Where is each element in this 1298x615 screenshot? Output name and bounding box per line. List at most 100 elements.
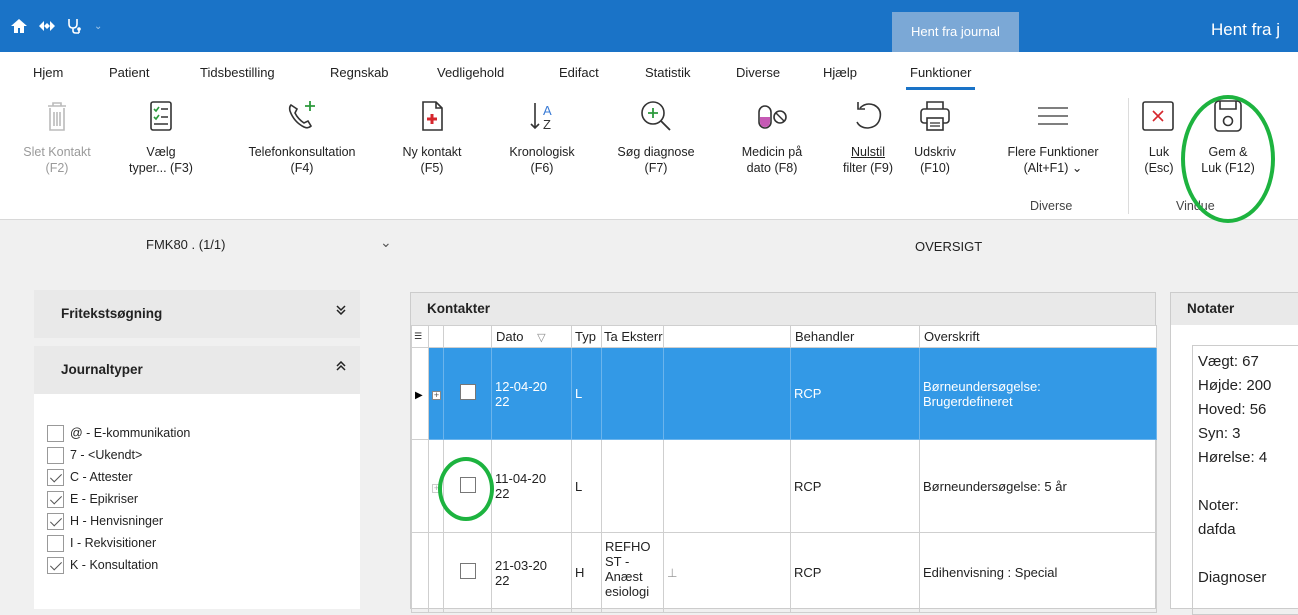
new-document-icon xyxy=(412,96,452,136)
double-chevron-down-icon[interactable] xyxy=(336,304,346,318)
menu-tabs: Hjem Patient Tidsbestilling Regnskab Ved… xyxy=(0,52,1298,92)
checklist-icon xyxy=(141,96,181,136)
tab-edifact[interactable]: Edifact xyxy=(559,65,599,80)
tab-tidsbestilling[interactable]: Tidsbestilling xyxy=(200,65,275,80)
list-item[interactable]: C - Attester xyxy=(47,466,360,488)
column-header-overskrift[interactable]: Overskrift xyxy=(919,325,1157,348)
cell-ekstern: REFHO ST - Anæst esiologi xyxy=(601,532,664,613)
contacts-table: ☰ Dato ▽ Typ Ta Eksterr Behandler Oversk… xyxy=(411,325,1157,613)
close-button[interactable]: Luk (Esc) xyxy=(1136,92,1182,176)
home-icon[interactable] xyxy=(10,18,28,39)
menu-lines-icon xyxy=(1033,96,1073,136)
reset-filter-button[interactable]: Nulstil filter (F9) xyxy=(832,92,904,176)
checkbox[interactable] xyxy=(47,534,64,552)
sort-az-icon: AZ xyxy=(522,96,562,136)
table-row[interactable]: + 11-04-20 22 L RCP Børneundersøgelse: 5… xyxy=(411,439,1157,533)
notes-text[interactable]: Vægt: 67 Højde: 200 Hoved: 56 Syn: 3 Hør… xyxy=(1192,345,1298,615)
search-diagnosis-button[interactable]: Søg diagnose (F7) xyxy=(603,92,709,176)
chronological-button[interactable]: AZ Kronologisk (F6) xyxy=(494,92,590,176)
notes-panel: Notater Vægt: 67 Højde: 200 Hoved: 56 Sy… xyxy=(1170,292,1298,615)
svg-text:A: A xyxy=(543,103,552,118)
phone-plus-icon xyxy=(282,96,322,136)
delete-contact-button[interactable]: Slet Kontakt (F2) xyxy=(18,92,96,176)
cell-behandler: RCP xyxy=(790,347,920,440)
list-item[interactable]: 7 - <Ukendt> xyxy=(47,444,360,466)
checkbox[interactable] xyxy=(47,512,64,530)
pin-icon[interactable]: ⊥ xyxy=(663,532,791,613)
more-functions-button[interactable]: Flere Funktioner (Alt+F1) ⌄ xyxy=(990,92,1116,176)
highlight-circle xyxy=(1181,95,1275,223)
column-header-behandler[interactable]: Behandler xyxy=(790,325,920,348)
tab-statistik[interactable]: Statistik xyxy=(645,65,691,80)
tab-vedligehold[interactable]: Vedligehold xyxy=(437,65,504,80)
table-row[interactable]: ▶ + 12-04-20 22 L RCP Børneundersøgelse:… xyxy=(411,347,1157,440)
notes-title: Notater xyxy=(1171,293,1298,325)
row-checkbox[interactable] xyxy=(459,384,476,400)
free-text-search-header[interactable]: Fritekstsøgning xyxy=(34,290,360,338)
medicine-on-date-button[interactable]: Medicin på dato (F8) xyxy=(724,92,820,176)
cell-dato: 11-04-20 22 xyxy=(491,439,572,533)
zoom-plus-icon xyxy=(636,96,676,136)
contacts-panel: Kontakter ☰ Dato ▽ Typ Ta Eksterr Behand… xyxy=(410,292,1157,613)
print-button[interactable]: Udskriv (F10) xyxy=(904,92,966,176)
printer-icon xyxy=(915,96,955,136)
context-tab[interactable]: Hent fra journal xyxy=(892,12,1019,52)
sub-header: FMK80 . (1/1) ⌄ OVERSIGT xyxy=(0,220,1298,272)
column-header-ta[interactable]: Ta Eksterr xyxy=(601,325,664,348)
diamond-arrows-icon[interactable] xyxy=(38,18,56,39)
checkbox[interactable] xyxy=(47,424,64,442)
expand-icon[interactable]: + xyxy=(428,347,444,440)
overview-label: OVERSIGT xyxy=(915,239,983,254)
list-item[interactable]: @ - E-kommunikation xyxy=(47,422,360,444)
cell-behandler: RCP xyxy=(790,532,920,613)
double-chevron-up-icon[interactable] xyxy=(336,360,346,374)
tab-regnskab[interactable]: Regnskab xyxy=(330,65,389,80)
phone-consultation-button[interactable]: Telefonkonsultation (F4) xyxy=(226,92,378,176)
tab-hjaelp[interactable]: Hjælp xyxy=(823,65,857,80)
fmk-selector[interactable]: FMK80 . (1/1) xyxy=(146,237,225,252)
column-header-ekstern[interactable]: Eksterr xyxy=(621,329,662,344)
cell-typ: L xyxy=(571,439,602,533)
row-checkbox[interactable] xyxy=(459,563,476,579)
ribbon: Slet Kontakt (F2) Vælg typer... (F3) Tel… xyxy=(0,92,1298,220)
cell-behandler: RCP xyxy=(790,439,920,533)
tab-patient[interactable]: Patient xyxy=(109,65,149,80)
choose-types-button[interactable]: Vælg typer... (F3) xyxy=(112,92,210,176)
journal-type-list: @ - E-kommunikation 7 - <Ukendt> C - Att… xyxy=(34,394,360,576)
checkbox[interactable] xyxy=(47,468,64,486)
table-header-row: ☰ Dato ▽ Typ Ta Eksterr Behandler Oversk… xyxy=(411,325,1157,348)
column-header-blank[interactable] xyxy=(663,325,791,348)
column-header-typ[interactable]: Typ xyxy=(571,325,602,348)
list-item[interactable]: E - Epikriser xyxy=(47,488,360,510)
close-box-icon xyxy=(1139,96,1179,136)
column-chooser-icon[interactable]: ☰ xyxy=(411,325,429,348)
checkbox[interactable] xyxy=(47,490,64,508)
tab-funktioner[interactable]: Funktioner xyxy=(905,65,976,90)
tab-hjem[interactable]: Hjem xyxy=(33,65,63,80)
cell-overskrift: Edihenvisning : Special xyxy=(919,532,1157,613)
tab-diverse[interactable]: Diverse xyxy=(736,65,780,80)
stethoscope-icon[interactable] xyxy=(66,18,84,39)
table-row[interactable]: 21-03-20 22 H REFHO ST - Anæst esiologi … xyxy=(411,532,1157,613)
cell-dato: 21-03-20 22 xyxy=(491,532,572,613)
quick-access-toolbar: ⌄ xyxy=(10,18,102,39)
new-contact-button[interactable]: Ny kontakt (F5) xyxy=(380,92,484,176)
free-text-search-section: Fritekstsøgning xyxy=(34,290,360,338)
trash-icon xyxy=(37,96,77,136)
list-item[interactable]: K - Konsultation xyxy=(47,554,360,576)
chevron-down-icon[interactable]: ⌄ xyxy=(380,234,392,251)
journal-types-section: Journaltyper @ - E-kommunikation 7 - <Uk… xyxy=(34,346,360,609)
checkbox[interactable] xyxy=(47,446,64,464)
cell-overskrift: Børneundersøgelse: 5 år xyxy=(919,439,1157,533)
chevron-down-icon[interactable]: ⌄ xyxy=(94,21,102,39)
cell-typ: H xyxy=(571,532,602,613)
list-item[interactable]: I - Rekvisitioner xyxy=(47,532,360,554)
journal-types-header[interactable]: Journaltyper xyxy=(34,346,360,394)
title-bar: ⌄ Hent fra journal Hent fra j xyxy=(0,0,1298,52)
cell-ekstern xyxy=(601,439,664,533)
list-item[interactable]: H - Henvisninger xyxy=(47,510,360,532)
checkbox[interactable] xyxy=(47,556,64,574)
cell-overskrift: Børneundersøgelse: Brugerdefineret xyxy=(919,347,1157,440)
column-header-dato[interactable]: Dato ▽ xyxy=(491,325,572,348)
highlight-circle xyxy=(438,457,494,521)
